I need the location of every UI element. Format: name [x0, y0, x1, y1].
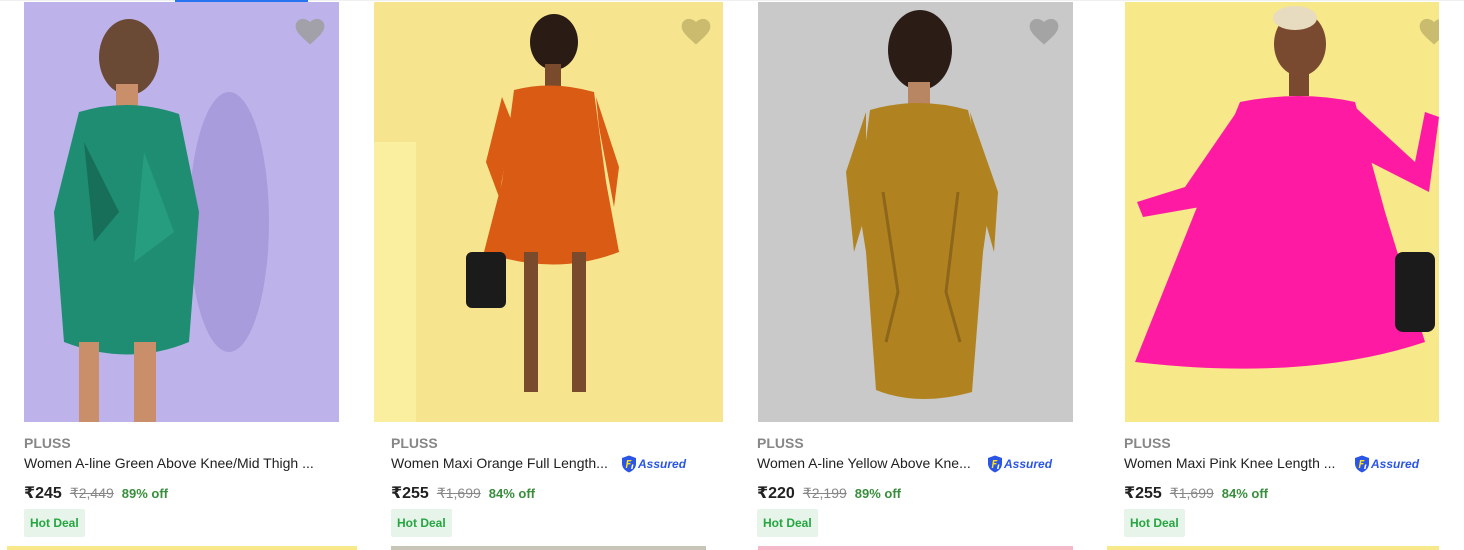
assured-label: Assured: [638, 457, 687, 471]
next-row-image-peek: [1107, 546, 1439, 550]
discount-percent: 84% off: [1221, 486, 1269, 501]
price-row: ₹255 ₹1,699 84% off: [391, 483, 535, 503]
assured-shield-icon: [1355, 455, 1369, 473]
discount-percent: 84% off: [488, 486, 536, 501]
model-illustration: [374, 14, 619, 422]
assured-label: Assured: [1371, 457, 1420, 471]
product-image[interactable]: [758, 2, 1073, 422]
original-price: ₹1,699: [1169, 485, 1214, 501]
selling-price: ₹245: [24, 485, 62, 502]
product-title[interactable]: Women A-line Yellow Above Kne...: [757, 455, 971, 471]
wishlist-heart-icon[interactable]: [1029, 18, 1059, 46]
selling-price: ₹255: [1124, 485, 1162, 502]
product-image[interactable]: [24, 2, 339, 422]
assured-label: Assured: [1004, 457, 1053, 471]
model-illustration: [846, 10, 998, 400]
selling-price: ₹255: [391, 485, 429, 502]
product-card[interactable]: PLUSS Women A-line Green Above Knee/Mid …: [0, 0, 367, 550]
product-image[interactable]: [1125, 2, 1439, 422]
wishlist-heart-icon[interactable]: [1419, 18, 1439, 46]
discount-percent: 89% off: [121, 486, 169, 501]
product-title[interactable]: Women Maxi Orange Full Length...: [391, 455, 608, 471]
next-row-image-peek: [758, 546, 1073, 550]
price-row: ₹220 ₹2,199 89% off: [757, 483, 901, 503]
model-illustration: [1135, 6, 1439, 369]
assured-badge: Assured: [987, 455, 1052, 473]
wishlist-heart-icon[interactable]: [295, 18, 325, 46]
original-price: ₹1,699: [436, 485, 481, 501]
wishlist-heart-icon[interactable]: [681, 18, 711, 46]
original-price: ₹2,449: [69, 485, 114, 501]
hot-deal-badge: Hot Deal: [757, 509, 818, 537]
product-brand: PLUSS: [24, 435, 71, 451]
next-row-image-peek: [391, 546, 706, 550]
product-title[interactable]: Women Maxi Pink Knee Length ...: [1124, 455, 1335, 471]
product-title[interactable]: Women A-line Green Above Knee/Mid Thigh …: [24, 455, 314, 471]
product-brand: PLUSS: [757, 435, 804, 451]
product-card[interactable]: PLUSS Women A-line Yellow Above Kne... A…: [734, 0, 1101, 550]
hot-deal-badge: Hot Deal: [1124, 509, 1185, 537]
model-illustration: [54, 19, 269, 422]
assured-badge: Assured: [621, 455, 686, 473]
product-card[interactable]: PLUSS Women Maxi Orange Full Length... A…: [367, 0, 734, 550]
hot-deal-badge: Hot Deal: [24, 509, 85, 537]
price-row: ₹255 ₹1,699 84% off: [1124, 483, 1268, 503]
product-grid: PLUSS Women A-line Green Above Knee/Mid …: [0, 0, 1464, 550]
hot-deal-badge: Hot Deal: [391, 509, 452, 537]
discount-percent: 89% off: [854, 486, 902, 501]
next-row-image-peek: [7, 546, 357, 550]
product-card[interactable]: PLUSS Women Maxi Pink Knee Length ... As…: [1100, 0, 1464, 550]
product-brand: PLUSS: [391, 435, 438, 451]
product-image[interactable]: [374, 2, 723, 422]
assured-shield-icon: [988, 455, 1002, 473]
selling-price: ₹220: [757, 485, 795, 502]
original-price: ₹2,199: [802, 485, 847, 501]
product-brand: PLUSS: [1124, 435, 1171, 451]
assured-badge: Assured: [1354, 455, 1419, 473]
assured-shield-icon: [622, 455, 636, 473]
price-row: ₹245 ₹2,449 89% off: [24, 483, 168, 503]
